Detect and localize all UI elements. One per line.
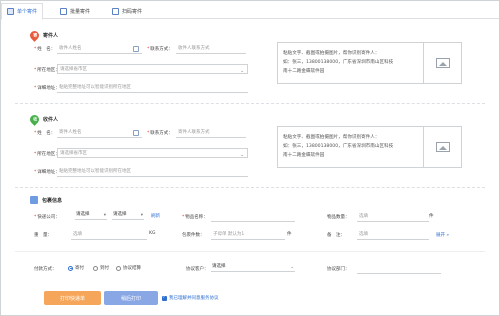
receiver-region-select[interactable]: 请选择省市区 ⌄: [57, 148, 248, 158]
chevron-down-icon: ⌄: [290, 265, 294, 270]
qr-code-icon: [112, 7, 119, 15]
receiver-smart-paste-box[interactable]: 粘贴文字、截图或拍摄图片，帮你识别寄件人： 如：张三，13800138000，广…: [277, 126, 462, 168]
tab-label: 单个寄件: [17, 9, 38, 15]
address-book-icon[interactable]: [133, 46, 139, 52]
image-upload-icon: [435, 58, 450, 68]
section-divider: [15, 187, 485, 188]
receiver-name-input[interactable]: 寄件人姓名: [57, 128, 142, 138]
sender-smart-paste-box[interactable]: 粘贴文字、截图或拍摄图片，帮你识别寄件人： 如：张三，13800138000，广…: [277, 42, 462, 84]
payment-option-agreement[interactable]: 协议结算: [116, 265, 141, 271]
tab-batch-ship[interactable]: 批量寄件: [55, 3, 95, 19]
sender-address-input[interactable]: 粘贴完整地址可以智能识别所在地区: [57, 83, 248, 93]
item-name-input[interactable]: [211, 212, 295, 222]
payment-option-sender[interactable]: 寄付: [68, 265, 84, 271]
print-waybill-button[interactable]: 打印快递单: [44, 291, 101, 305]
package-section-title: 包裹信息: [30, 196, 62, 204]
chevron-down-icon: ⌄: [240, 153, 244, 158]
receiver-paste-hint: 粘贴文字、截图或拍摄图片，帮你识别寄件人： 如：张三，13800138000，广…: [283, 135, 394, 158]
agreement-dept-label: 协议部门：: [327, 267, 350, 272]
receiver-region-label: *所在地区：: [34, 152, 60, 157]
sender-region-label: *所在地区：: [34, 68, 60, 73]
receiver-pin-icon: 收: [28, 113, 41, 126]
receiver-name-label: *姓 名：: [34, 131, 56, 136]
item-qty-input[interactable]: 选填: [357, 212, 429, 222]
address-book-icon[interactable]: [133, 130, 139, 136]
package-count-input[interactable]: 子母单 默认为1: [211, 230, 285, 240]
chevron-down-icon: ▾: [103, 213, 106, 218]
sender-upload-image-button[interactable]: [423, 43, 461, 83]
weight-unit: KG: [149, 231, 156, 236]
print-later-button[interactable]: 稍后打印: [104, 291, 158, 305]
tab-qr-ship[interactable]: 扫码寄件: [107, 3, 147, 19]
chevron-down-icon: ⌄: [240, 69, 244, 74]
sender-region-select[interactable]: 请选择省市区 ⌄: [57, 64, 248, 74]
image-upload-icon: [435, 142, 450, 152]
courier-select-2[interactable]: 请选择 ▾: [112, 211, 144, 220]
radio-selected-icon: [68, 265, 73, 271]
receiver-phone-label: *联系方式：: [147, 131, 173, 136]
tab-single-ship[interactable]: 单个寄件: [1, 3, 44, 20]
sender-pin-icon: 寄: [28, 29, 41, 42]
agree-terms-checkbox[interactable]: 我已理解并同意服务协议: [162, 294, 219, 301]
weight-label: 重 量：: [34, 233, 52, 238]
sender-phone-input[interactable]: 收件人联系方式: [176, 44, 246, 54]
receiver-address-label: *详细地址：: [34, 170, 60, 175]
item-name-label: *物品名称：: [182, 215, 208, 220]
courier-label: *快递公司：: [34, 215, 60, 220]
package-count-unit: 件: [287, 232, 292, 237]
remark-input[interactable]: 选填: [357, 230, 429, 240]
radio-icon: [116, 265, 121, 271]
sender-phone-label: *联系方式：: [147, 47, 173, 52]
payment-option-receiver[interactable]: 到付: [93, 265, 109, 271]
section-divider: [15, 103, 485, 104]
single-ship-icon: [7, 8, 14, 15]
shipping-form-window: 单个寄件 批量寄件 扫码寄件 寄 寄件人 *姓 名： 收件人姓名 *联系方式： …: [0, 0, 500, 316]
receiver-upload-image-button[interactable]: [423, 127, 461, 167]
sender-address-label: *详细地址：: [34, 86, 60, 91]
package-icon: [30, 196, 38, 204]
receiver-section-title: 收 收件人: [28, 113, 58, 126]
sender-paste-hint: 粘贴文字、截图或拍摄图片，帮你识别寄件人： 如：张三，13800138000，广…: [283, 51, 394, 74]
weight-input[interactable]: 选填: [71, 230, 147, 240]
agreement-dept-input[interactable]: [357, 264, 441, 274]
package-count-label: 包裹件数：: [182, 233, 205, 238]
tab-label: 批量寄件: [70, 8, 91, 15]
tab-label: 扫码寄件: [122, 8, 143, 15]
section-separator: [15, 251, 485, 252]
tab-bar: 单个寄件 批量寄件 扫码寄件: [1, 1, 499, 20]
item-qty-label: 物品数量：: [327, 215, 350, 220]
refresh-link[interactable]: 刷新: [151, 213, 160, 219]
sender-section-title: 寄 寄件人: [28, 29, 58, 42]
chevron-down-icon: ▾: [140, 213, 143, 218]
remark-label: 备 注：: [327, 233, 345, 238]
expand-link[interactable]: 展开 »: [436, 232, 449, 238]
payment-label: 付款方式：: [34, 267, 57, 272]
radio-icon: [93, 265, 98, 271]
item-qty-unit: 件: [429, 214, 434, 219]
agreement-customer-label: 协议客户：: [186, 267, 209, 272]
courier-select-1[interactable]: 请选择 ▾: [75, 211, 107, 220]
checkbox-checked-icon: [162, 294, 167, 301]
receiver-address-input[interactable]: 粘贴完整地址可以智能识别所在地区: [57, 167, 248, 177]
agreement-customer-select[interactable]: 请选择 ⌄: [211, 263, 295, 272]
batch-ship-icon: [60, 7, 67, 15]
sender-name-label: *姓 名：: [34, 47, 56, 52]
sender-name-input[interactable]: 收件人姓名: [57, 44, 142, 54]
receiver-phone-input[interactable]: 寄件人联系方式: [176, 128, 246, 138]
